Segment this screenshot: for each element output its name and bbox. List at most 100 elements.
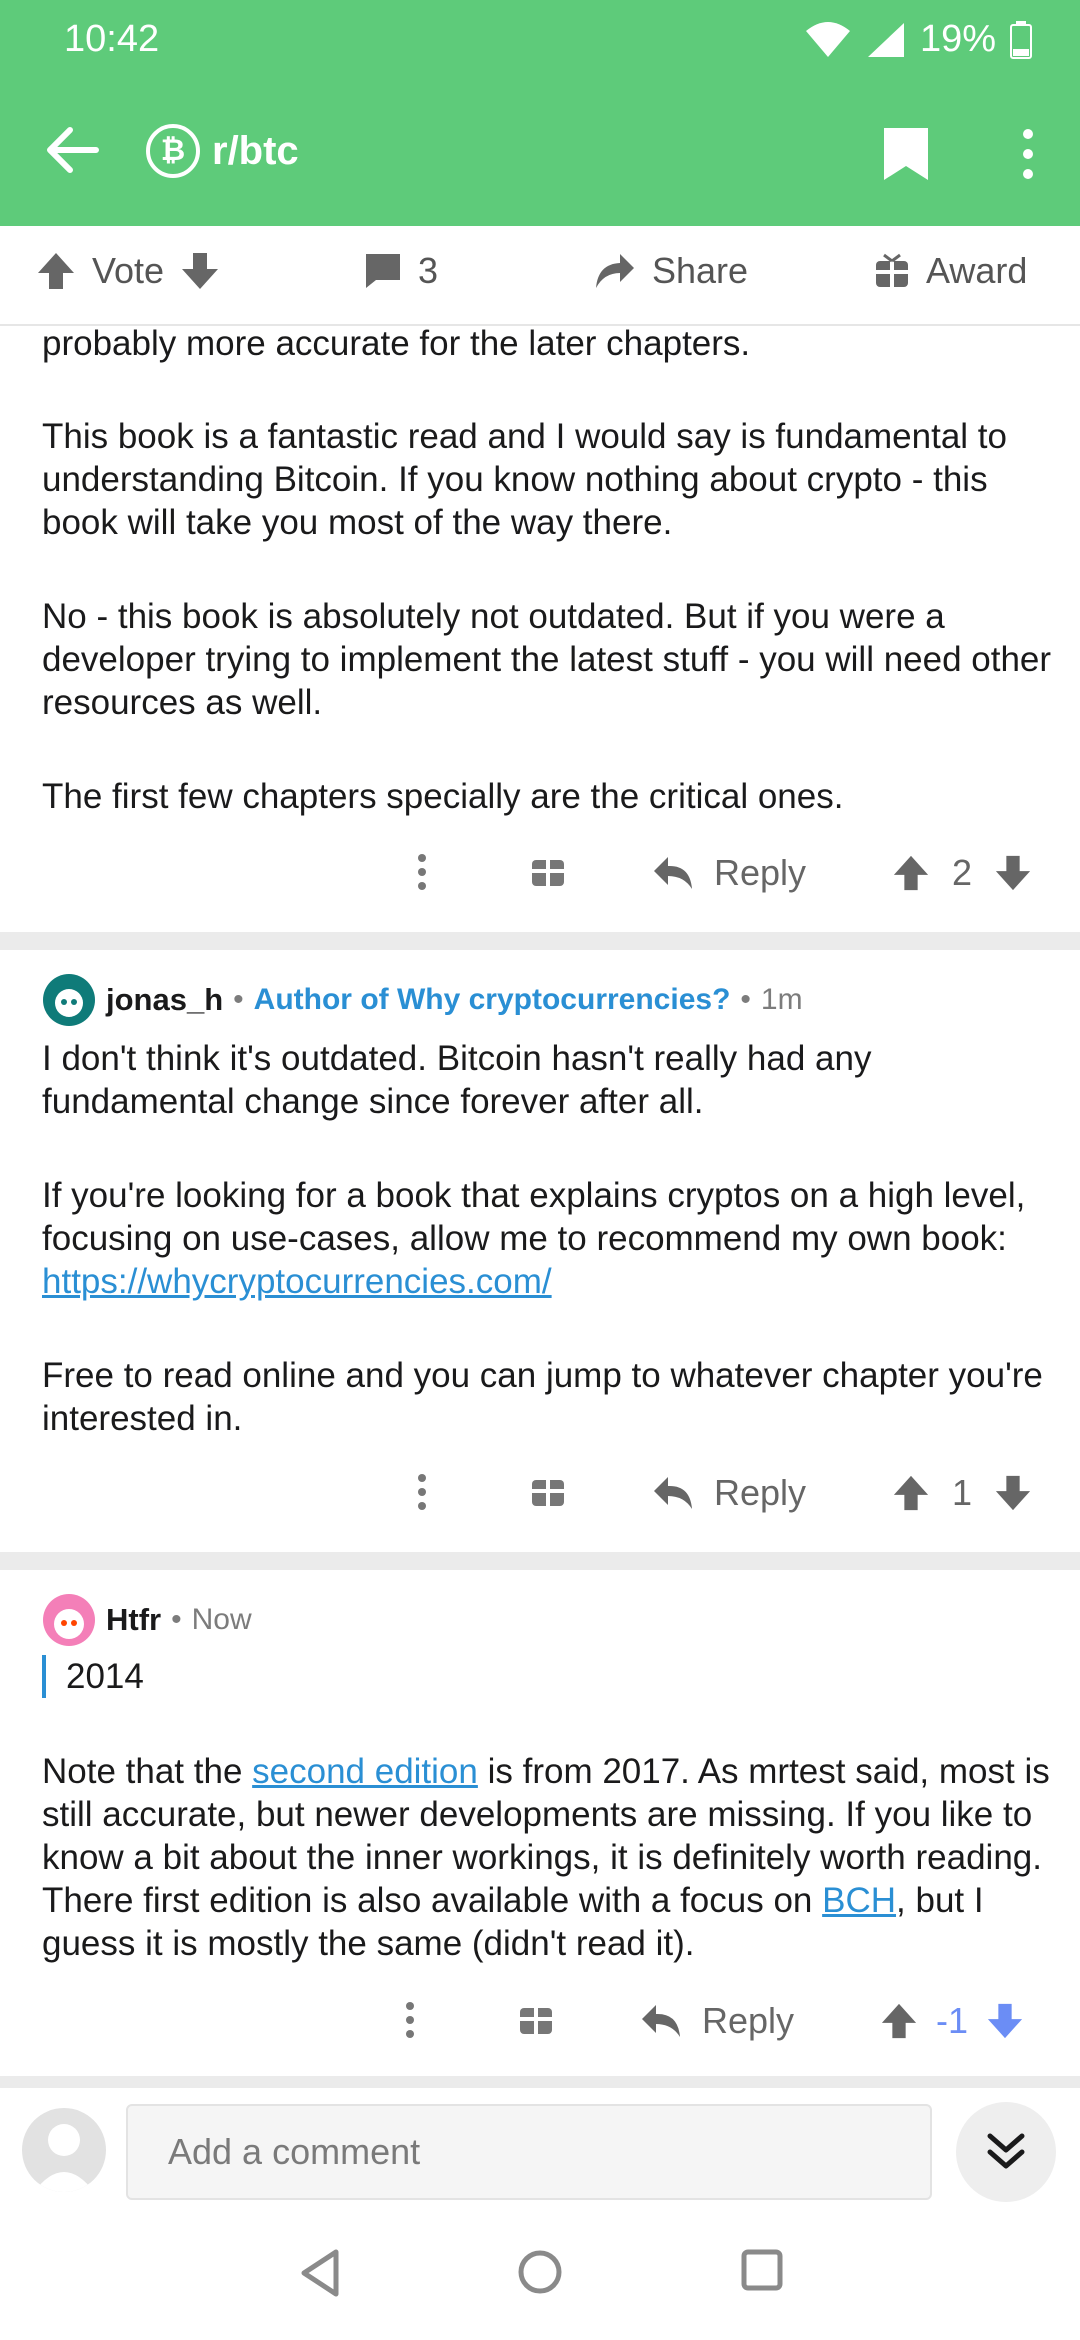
username[interactable]: jonas_h <box>106 982 223 1018</box>
comment-paragraph: If you're looking for a book that explai… <box>42 1174 1062 1303</box>
nav-back-button[interactable] <box>298 2248 342 2303</box>
external-link[interactable]: https://whycryptocurrencies.com/ <box>42 1262 552 1301</box>
overflow-menu-button[interactable] <box>1016 126 1040 187</box>
app-header: 10:42 19% ₿ r/btc <box>0 0 1080 226</box>
comment-actions: Reply 2 <box>0 852 1080 912</box>
triangle-back-icon <box>301 2249 339 2297</box>
user-flair: Author of Why cryptocurrencies? <box>253 983 731 1016</box>
gift-icon <box>876 253 908 287</box>
more-vertical-icon <box>1023 129 1033 179</box>
downvote-icon[interactable] <box>986 2002 1024 2040</box>
battery-icon <box>1010 20 1032 59</box>
post-action-bar: Vote 3 Share Award <box>0 226 1080 326</box>
comment-more-button[interactable] <box>412 852 432 892</box>
downvote-icon[interactable] <box>994 854 1032 892</box>
comment-icon <box>366 254 400 288</box>
comment-award-button[interactable] <box>518 2000 554 2036</box>
comment-divider <box>0 1552 1080 1570</box>
meta-separator: • <box>171 1603 182 1636</box>
share-arrow-icon <box>596 254 634 288</box>
battery-percent: 19% <box>919 18 996 60</box>
reply-label: Reply <box>714 852 807 893</box>
comment-vote: -1 <box>880 2000 1024 2042</box>
bch-link[interactable]: BCH <box>822 1881 896 1920</box>
comment-score: 1 <box>952 1472 973 1513</box>
comment-score: 2 <box>952 852 973 893</box>
downvote-icon[interactable] <box>180 251 220 291</box>
square-recents-icon <box>741 2249 783 2291</box>
blockquote: 2014 <box>42 1655 144 1698</box>
reply-label: Reply <box>702 2000 795 2041</box>
comment-vote: 1 <box>892 1472 1032 1514</box>
reply-arrow-icon <box>654 857 692 889</box>
reply-button[interactable]: Reply <box>652 1472 806 1514</box>
share-label: Share <box>652 250 749 291</box>
system-nav-bar <box>0 2218 1080 2340</box>
more-vertical-icon <box>406 2002 414 2038</box>
comment-score: -1 <box>936 2000 969 2041</box>
avatar[interactable] <box>42 1593 96 1647</box>
bitcoin-icon: ₿ <box>146 124 200 178</box>
comment-body: Note that the second edition is from 201… <box>42 1750 1062 2016</box>
comment-text: Note that the <box>42 1752 253 1791</box>
comment-vote: 2 <box>892 852 1032 894</box>
nav-home-button[interactable] <box>516 2248 564 2301</box>
my-avatar[interactable] <box>22 2108 106 2192</box>
nav-recents-button[interactable] <box>740 2248 784 2297</box>
double-chevron-down-icon <box>987 2133 1025 2169</box>
comment-divider <box>0 2076 1080 2088</box>
more-vertical-icon <box>418 1474 426 1510</box>
status-icons: 19% <box>804 18 1032 61</box>
comment-more-button[interactable] <box>400 2000 420 2040</box>
comment-award-button[interactable] <box>530 1472 566 1508</box>
second-edition-link[interactable]: second edition <box>252 1752 478 1791</box>
comment-meta: Htfr • Now <box>42 1593 252 1647</box>
reply-button[interactable]: Reply <box>652 852 806 894</box>
upvote-icon[interactable] <box>892 854 930 892</box>
wifi-icon <box>805 21 850 57</box>
next-comment-button[interactable] <box>956 2102 1056 2202</box>
bookmark-button[interactable] <box>882 126 930 187</box>
reply-label: Reply <box>714 1472 807 1513</box>
reply-button[interactable]: Reply <box>640 2000 794 2042</box>
comment-more-button[interactable] <box>412 1472 432 1512</box>
comment-paragraph: probably more accurate for the later cha… <box>42 324 751 363</box>
comment-time: 1m <box>760 983 803 1016</box>
comment-paragraph: This book is a fantastic read and I woul… <box>42 417 1007 542</box>
status-time: 10:42 <box>64 18 160 60</box>
award-button[interactable]: Award <box>874 250 1027 292</box>
subreddit-title[interactable]: ₿ r/btc <box>146 124 299 178</box>
user-silhouette-icon <box>34 2124 94 2192</box>
gift-icon <box>532 1480 564 1506</box>
avatar[interactable] <box>42 973 96 1027</box>
add-comment-input[interactable]: Add a comment <box>126 2104 932 2200</box>
comment-actions: Reply 1 <box>0 1472 1080 1532</box>
gift-icon <box>532 860 564 886</box>
post-vote: Vote <box>36 250 220 292</box>
award-label: Award <box>926 250 1028 291</box>
upvote-icon[interactable] <box>36 251 76 291</box>
circle-home-icon <box>518 2250 562 2294</box>
downvote-icon[interactable] <box>994 1474 1032 1512</box>
comment-composer-bar: Add a comment <box>0 2088 1080 2218</box>
comment-divider <box>0 932 1080 950</box>
comment-meta: jonas_h • Author of Why cryptocurrencies… <box>42 973 803 1027</box>
username[interactable]: Htfr <box>106 1602 161 1638</box>
reply-arrow-icon <box>654 1477 692 1509</box>
comment-paragraph: Free to read online and you can jump to … <box>42 1356 1043 1438</box>
back-button[interactable] <box>40 118 104 182</box>
comment-paragraph: Note that the second edition is from 201… <box>42 1750 1062 1965</box>
share-button[interactable]: Share <box>594 250 748 292</box>
comments-button[interactable]: 3 <box>364 250 438 292</box>
gift-icon <box>520 2008 552 2034</box>
more-vertical-icon <box>418 854 426 890</box>
bookmark-icon <box>884 128 928 180</box>
subreddit-name: r/btc <box>212 128 299 173</box>
upvote-icon[interactable] <box>892 1474 930 1512</box>
comment-award-button[interactable] <box>530 852 566 888</box>
meta-separator: • <box>233 983 244 1016</box>
reply-arrow-icon <box>642 2005 680 2037</box>
upvote-icon[interactable] <box>880 2002 918 2040</box>
comment-paragraph: I don't think it's outdated. Bitcoin has… <box>42 1039 872 1121</box>
cell-signal-icon <box>867 22 904 57</box>
